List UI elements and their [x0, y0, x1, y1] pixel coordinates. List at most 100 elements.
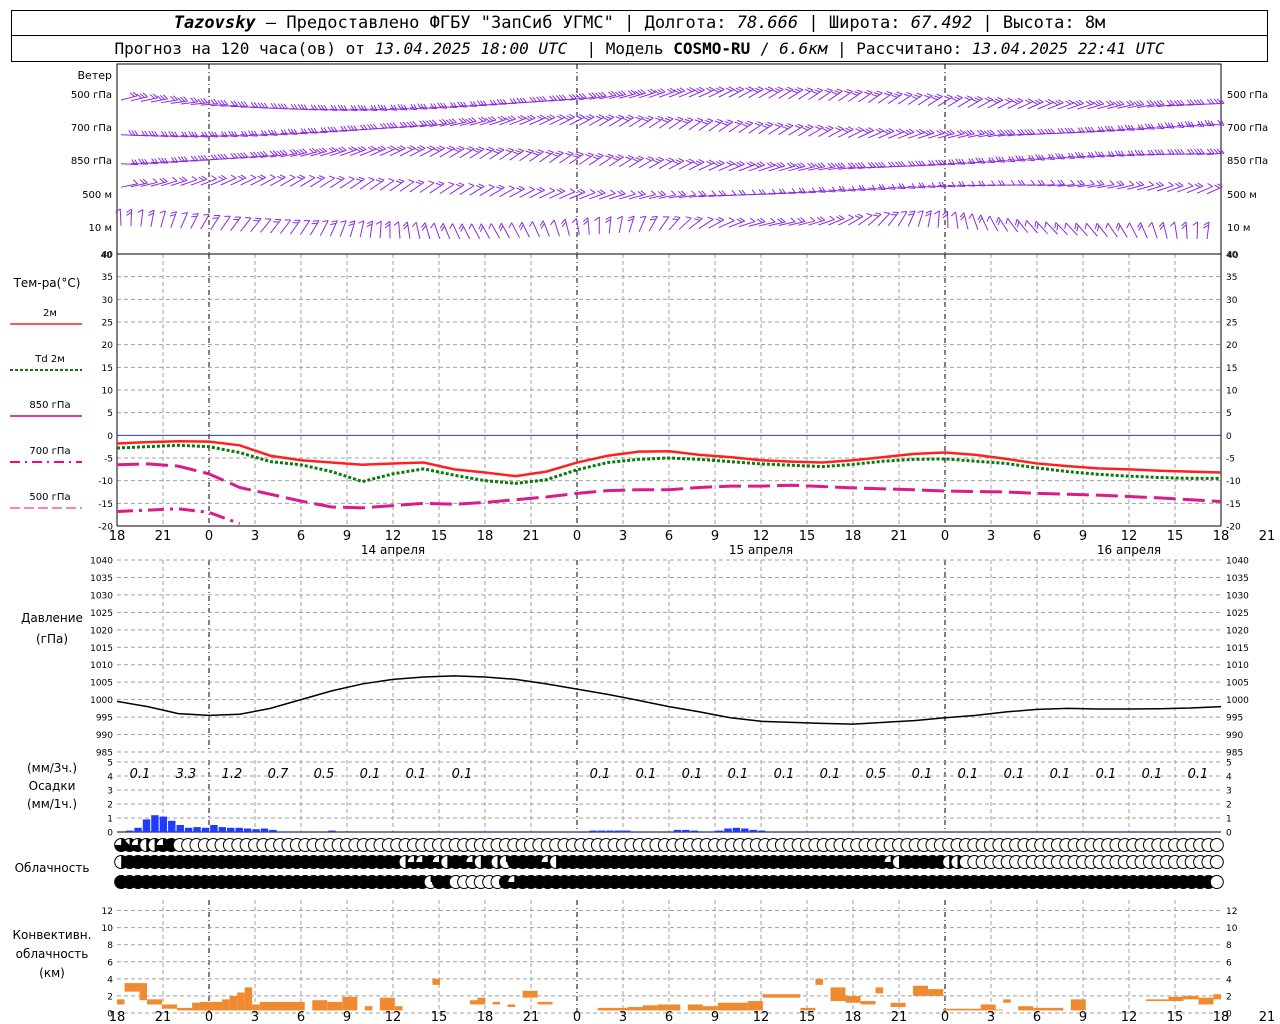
- precip-bar: [623, 830, 631, 832]
- wind-barb-feather: [931, 97, 938, 101]
- wind-barb-feather: [956, 94, 963, 99]
- conv-bar: [327, 1001, 343, 1011]
- wind-barb-feather: [1137, 222, 1142, 228]
- wind-barb-shaft: [339, 220, 347, 237]
- precip-bar: [1027, 831, 1036, 832]
- wind-barb-feather: [458, 182, 465, 186]
- wind-barb-feather: [630, 190, 636, 195]
- wind-barb-feather: [172, 176, 178, 182]
- precip-bar: [302, 831, 311, 832]
- wind-barb-feather: [713, 162, 720, 167]
- wind-barb-shaft: [500, 222, 511, 239]
- wind-barb-feather: [733, 163, 740, 168]
- wind-barb-feather: [713, 88, 719, 93]
- wind-barb-feather: [592, 156, 599, 160]
- wind-barb-feather: [981, 157, 986, 164]
- wind-barb-shaft: [678, 217, 692, 230]
- precip-bar: [184, 827, 193, 832]
- precip-bar: [243, 828, 252, 832]
- wind-barb-shaft: [877, 93, 893, 104]
- precip-3h-total: 0.1: [1004, 767, 1025, 782]
- pressure-ytick-right: 1010: [1226, 661, 1249, 671]
- wind-barb-feather: [435, 182, 442, 186]
- precip-ytick-left: 3: [107, 787, 113, 797]
- wind-barb-feather: [746, 162, 753, 167]
- wind-barb-shaft: [190, 178, 207, 186]
- wind-barb-feather: [898, 128, 905, 133]
- precip-bar: [1078, 831, 1086, 832]
- wind-barb-shaft: [1151, 222, 1158, 239]
- wind-barb-feather: [842, 129, 849, 133]
- pressure-ytick-right: 1040: [1226, 557, 1249, 567]
- wind-barb-feather: [855, 128, 862, 132]
- precip-bar: [800, 831, 808, 832]
- temp-ytick-right: 15: [1226, 364, 1237, 374]
- wind-barb-feather: [754, 122, 761, 126]
- precip-bar: [631, 831, 640, 832]
- wind-barb-shaft: [738, 122, 754, 134]
- hour-label-top: 18: [477, 529, 494, 544]
- precip-bar: [901, 831, 909, 832]
- wind-barb-feather: [608, 114, 615, 118]
- wind-barb-feather: [707, 118, 714, 122]
- temp-line-3: [116, 507, 241, 526]
- wind-barb-feather: [576, 189, 583, 194]
- wind-barb-feather: [747, 120, 754, 124]
- precip-bar: [328, 830, 336, 832]
- wind-barb-feather: [569, 114, 575, 118]
- wind-barb-shaft: [937, 210, 940, 228]
- wind-barb-feather: [668, 157, 675, 161]
- wind-barb-feather: [699, 86, 705, 91]
- wind-barb-feather: [995, 216, 1000, 223]
- precip-bar: [875, 831, 884, 832]
- precip-bar: [648, 831, 656, 832]
- wind-barb-feather: [597, 153, 604, 157]
- temp-ytick-left: 0: [107, 432, 113, 442]
- wind-barb-feather: [578, 114, 585, 118]
- precip-bar: [1154, 831, 1162, 832]
- wind-barb-feather: [448, 181, 455, 185]
- precip-bar: [513, 831, 522, 832]
- wind-barb-feather: [605, 219, 611, 224]
- wind-barb-feather: [816, 87, 823, 91]
- wind-barb-feather: [496, 186, 502, 190]
- precip-bar: [791, 831, 800, 832]
- wind-barb-feather: [748, 86, 754, 90]
- wind-barb-shaft: [648, 216, 658, 232]
- wind-barb-feather: [257, 175, 264, 180]
- wind-barb-feather: [777, 86, 784, 90]
- wind-level-left: 10 м: [89, 223, 112, 234]
- hour-label-bottom: 6: [665, 1010, 673, 1024]
- wind-barb-feather: [1160, 123, 1165, 129]
- wind-barb-feather: [465, 147, 472, 151]
- wind-barb-feather: [552, 153, 559, 157]
- conv-bar: [1018, 1006, 1034, 1011]
- wind-barb-feather: [377, 146, 384, 151]
- precip-bar: [850, 831, 859, 832]
- wind-barb-feather: [316, 176, 323, 180]
- wind-barb-feather: [886, 90, 893, 94]
- legend-label: 500 гПа: [29, 492, 70, 503]
- hour-label-top: 18: [1213, 529, 1230, 544]
- wind-barb-feather: [802, 127, 809, 131]
- hour-label-top: 18: [109, 529, 126, 544]
- wind-barb-feather: [736, 161, 743, 166]
- wind-barb-feather: [757, 86, 764, 90]
- wind-barb-feather: [1008, 155, 1013, 162]
- wind-barb-feather: [687, 117, 694, 121]
- wind-barb-shaft: [442, 223, 451, 240]
- wind-barb-feather: [211, 175, 217, 180]
- wind-barb-feather: [906, 92, 913, 96]
- wind-barb-shaft: [319, 220, 329, 236]
- temp-legend: 2м Td 2м 850 гПа 700 гПа 500 гПа: [10, 308, 82, 509]
- legend-label: 2м: [43, 308, 57, 319]
- wind-barb-feather: [901, 183, 906, 190]
- wind-barb-shaft: [359, 220, 365, 238]
- wind-barb-feather: [559, 187, 566, 192]
- wind-barb-feather: [844, 90, 851, 94]
- wind-barb-feather: [708, 159, 715, 164]
- wind-barb-feather: [724, 121, 731, 125]
- precip-bar: [698, 831, 707, 832]
- wind-barb-feather: [1070, 179, 1075, 185]
- wind-barb-feather: [1035, 154, 1040, 160]
